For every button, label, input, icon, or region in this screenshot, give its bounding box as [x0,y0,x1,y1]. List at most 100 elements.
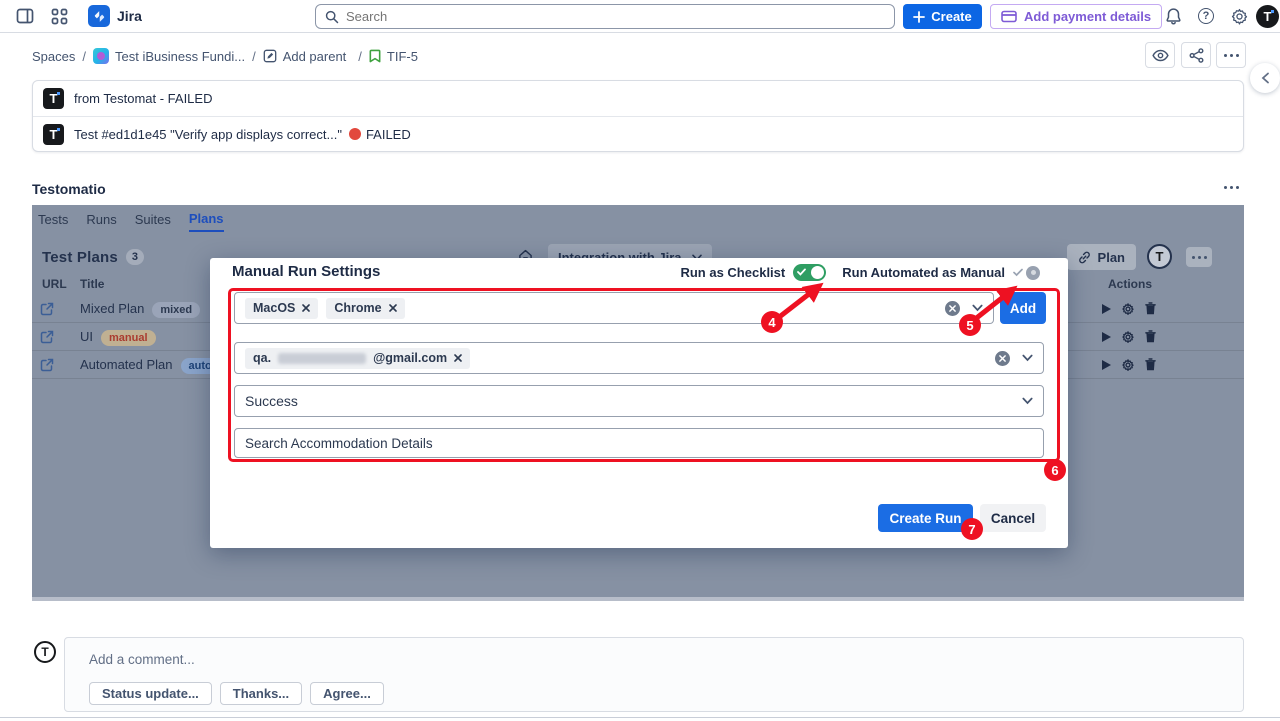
run-automated-as-manual-toggle[interactable] [1013,266,1040,280]
search-icon [325,10,339,24]
plans-count-badge: 3 [126,249,144,265]
tab-tests[interactable]: Tests [38,212,68,231]
chevron-down-icon[interactable] [1022,397,1033,405]
plan-title: Mixed Plan [80,301,144,316]
testomat-avatar[interactable]: T [1147,244,1172,269]
add-environment-button[interactable]: Add [1000,292,1046,324]
test-result-row[interactable]: T from Testomat - FAILED [33,81,1243,116]
test-result-row[interactable]: T Test #ed1d1e45 "Verify app displays co… [33,116,1243,151]
watch-eye-button[interactable] [1145,42,1175,68]
test-result-text: from Testomat - FAILED [74,91,212,106]
testomatio-section-more-button[interactable] [1224,186,1239,189]
run-title-field [234,428,1044,458]
annotation-step-badge: 4 [761,311,783,333]
check-icon [1013,268,1023,277]
page-more-actions-button[interactable] [1216,42,1246,68]
assignee-tag: qa. @gmail.com [245,348,470,369]
plan-title: Automated Plan [80,357,173,372]
column-title: Title [80,277,104,291]
annotation-step-badge: 6 [1044,459,1066,481]
plan-type-badge: mixed [152,302,200,318]
ellipsis-icon [1192,256,1207,259]
annotation-step-badge: 7 [961,518,983,540]
chevron-down-icon[interactable] [1022,354,1033,362]
column-url: URL [42,277,67,291]
create-run-button[interactable]: Create Run [878,504,973,532]
modal-title: Manual Run Settings [232,263,380,280]
notifications-bell-icon[interactable] [1160,3,1186,29]
settings-gear-icon[interactable] [1122,359,1134,371]
external-link-icon[interactable] [40,330,54,344]
breadcrumb-issue-key[interactable]: TIF-5 [387,49,418,64]
breadcrumb-space-name[interactable]: Test iBusiness Fundi... [115,49,245,64]
clear-select-icon[interactable] [945,301,960,316]
global-search[interactable] [315,4,895,29]
share-button[interactable] [1181,42,1211,68]
add-payment-label: Add payment details [1024,9,1151,24]
tab-suites[interactable]: Suites [135,212,171,231]
app-switcher-icon[interactable] [46,3,72,29]
cancel-button[interactable]: Cancel [980,504,1046,532]
run-play-icon[interactable] [1102,304,1111,314]
space-avatar-icon [93,48,109,64]
comment-placeholder[interactable]: Add a comment... [89,652,195,667]
add-payment-details-button[interactable]: Add payment details [990,4,1162,29]
remove-tag-icon[interactable] [454,354,462,362]
run-play-icon[interactable] [1102,360,1111,370]
quick-reply-status-update[interactable]: Status update... [89,682,212,705]
run-play-icon[interactable] [1102,332,1111,342]
bookmark-icon [369,49,381,63]
test-result-text: Test #ed1d1e45 "Verify app displays corr… [74,127,342,142]
plan-type-badge: manual [101,330,156,346]
user-avatar[interactable]: T [1256,5,1279,28]
external-link-icon[interactable] [40,302,54,316]
redacted-email-blur [278,353,366,364]
plans-title: Test Plans [42,249,118,266]
plan-link-button[interactable]: Plan [1067,244,1136,270]
status-selected-value: Success [245,393,298,409]
run-title-input[interactable] [245,436,1033,451]
breadcrumb: Spaces / Test iBusiness Fundi... / Add p… [0,34,1280,78]
environments-multiselect[interactable]: MacOS Chrome [234,292,994,324]
panel-footer-strip [32,597,1244,601]
clear-select-icon[interactable] [995,351,1010,366]
tab-runs[interactable]: Runs [86,212,116,231]
breadcrumb-add-parent[interactable]: Add parent [283,49,347,64]
linked-tests-card: T from Testomat - FAILED T Test #ed1d1e4… [32,80,1244,152]
delete-trash-icon[interactable] [1145,358,1156,371]
chevron-down-icon[interactable] [972,304,983,312]
breadcrumb-spaces[interactable]: Spaces [32,49,75,64]
top-navigation-bar: Jira Create Add payment details ? T [0,0,1280,33]
settings-gear-icon[interactable] [1226,3,1252,29]
testomat-logo-icon: T [43,124,64,145]
help-icon[interactable]: ? [1193,3,1219,29]
quick-reply-thanks[interactable]: Thanks... [220,682,302,705]
delete-trash-icon[interactable] [1145,330,1156,343]
collapse-panel-chevron[interactable] [1250,63,1280,93]
jira-home-link[interactable]: Jira [88,5,142,27]
delete-trash-icon[interactable] [1145,302,1156,315]
comment-box[interactable]: Add a comment... Status update... Thanks… [64,637,1244,712]
search-input[interactable] [346,9,885,24]
edit-pencil-icon [263,49,277,63]
testomat-logo-icon: T [43,88,64,109]
testomatio-tabs: Tests Runs Suites Plans [32,205,1244,231]
sidebar-toggle-icon[interactable] [12,3,38,29]
create-button[interactable]: Create [903,4,982,29]
external-link-icon[interactable] [40,358,54,372]
ellipsis-icon [1224,54,1239,57]
create-button-label: Create [931,9,971,24]
assignee-multiselect[interactable]: qa. @gmail.com [234,342,1044,374]
status-dropdown[interactable]: Success [234,385,1044,417]
settings-gear-icon[interactable] [1122,303,1134,315]
remove-tag-icon[interactable] [389,304,397,312]
quick-reply-agree[interactable]: Agree... [310,682,384,705]
run-as-checklist-toggle[interactable] [793,264,826,281]
environment-tag: Chrome [326,298,404,319]
tab-plans[interactable]: Plans [189,211,224,232]
manual-run-settings-modal: Manual Run Settings Run as Checklist Run… [210,258,1068,548]
comment-user-avatar: T [34,641,56,663]
remove-tag-icon[interactable] [302,304,310,312]
plans-more-button[interactable] [1186,247,1212,267]
settings-gear-icon[interactable] [1122,331,1134,343]
